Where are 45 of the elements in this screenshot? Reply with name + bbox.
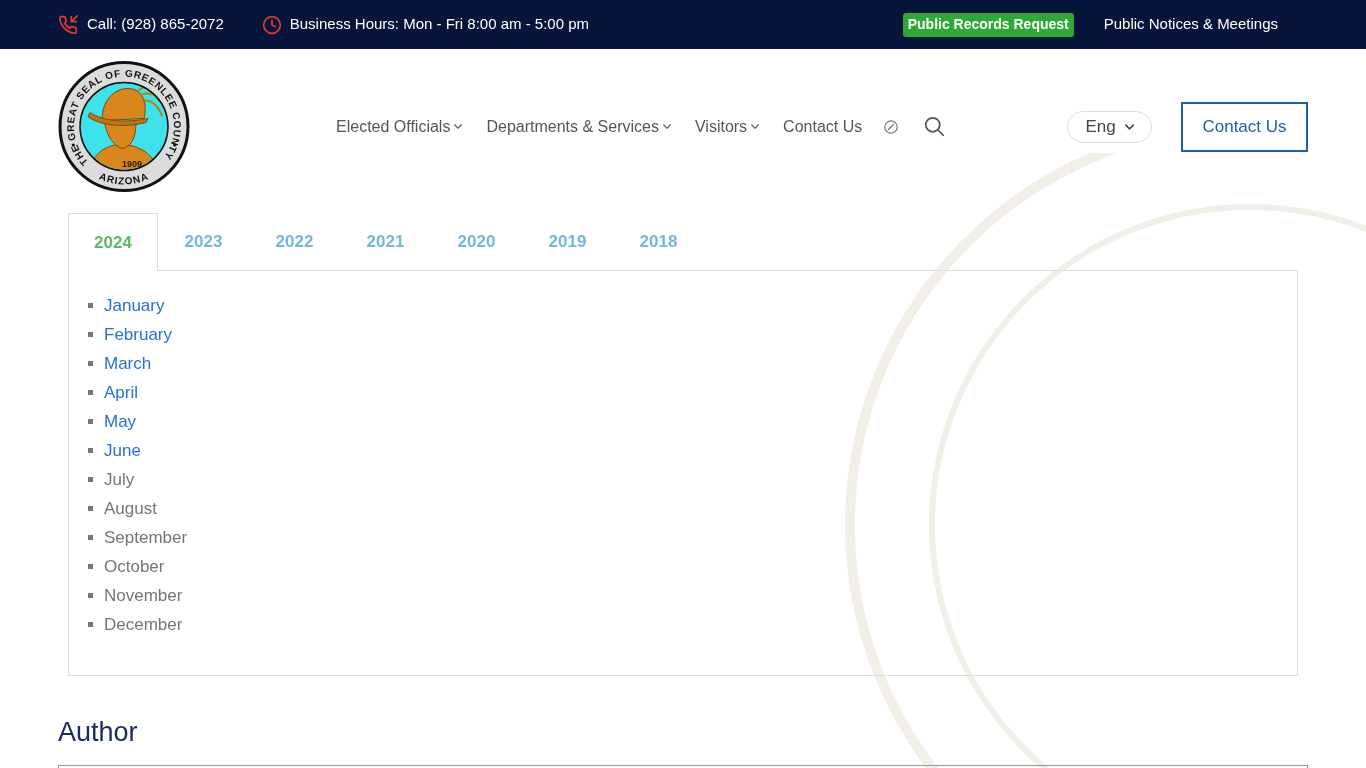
clock-icon [261, 14, 282, 35]
bullet-icon [88, 535, 93, 540]
month-text: August [104, 497, 157, 520]
slashed-circle-icon[interactable] [884, 119, 899, 134]
bullet-icon [88, 332, 93, 337]
bullet-icon [88, 564, 93, 569]
chevron-down-icon [454, 124, 463, 129]
bullet-icon [88, 419, 93, 424]
month-link[interactable]: March [104, 350, 152, 377]
month-link[interactable]: June [104, 437, 141, 464]
seal-year-text: 1909 [122, 158, 142, 169]
author-heading: Author [58, 716, 138, 748]
nav-link[interactable]: Visitors [694, 114, 760, 139]
chevron-down-icon [751, 124, 760, 129]
nav-link[interactable]: Elected Officials [336, 114, 463, 139]
month-link[interactable]: May [104, 408, 137, 435]
language-select[interactable]: Eng [1067, 110, 1152, 143]
bullet-icon [88, 361, 93, 366]
public-records-request-button[interactable]: Public Records Request [902, 12, 1074, 37]
contact-us-button[interactable]: Contact Us [1181, 101, 1308, 152]
bullet-icon [88, 506, 93, 511]
bullet-icon [88, 448, 93, 453]
bullet-icon [88, 622, 93, 627]
phone-incoming-icon [58, 14, 78, 35]
nav-link[interactable]: Departments & Services [486, 114, 671, 139]
bullet-icon [88, 303, 93, 308]
search-icon[interactable] [924, 116, 946, 137]
month-text: October [104, 555, 165, 578]
month-link[interactable]: April [104, 379, 138, 406]
month-text: July [104, 468, 135, 491]
public-notices-link[interactable]: Public Notices & Meetings [1103, 13, 1278, 36]
month-text: September [104, 526, 188, 549]
chevron-down-icon [1124, 123, 1134, 130]
business-hours-text: Business Hours: Mon - Fri 8:00 am - 5:00 pm [289, 14, 590, 35]
bullet-icon [88, 477, 93, 482]
month-text: November [104, 584, 183, 607]
month-text: December [104, 613, 183, 636]
month-link[interactable]: February [104, 321, 173, 348]
month-link[interactable]: January [104, 292, 165, 319]
nav-link[interactable]: Contact Us [783, 114, 863, 139]
bullet-icon [88, 390, 93, 395]
chevron-down-icon [662, 124, 671, 129]
bullet-icon [88, 593, 93, 598]
seal-state-text: ARIZONA [97, 170, 151, 187]
phone-number-text: Call: (928) 865-2072 [87, 14, 224, 35]
